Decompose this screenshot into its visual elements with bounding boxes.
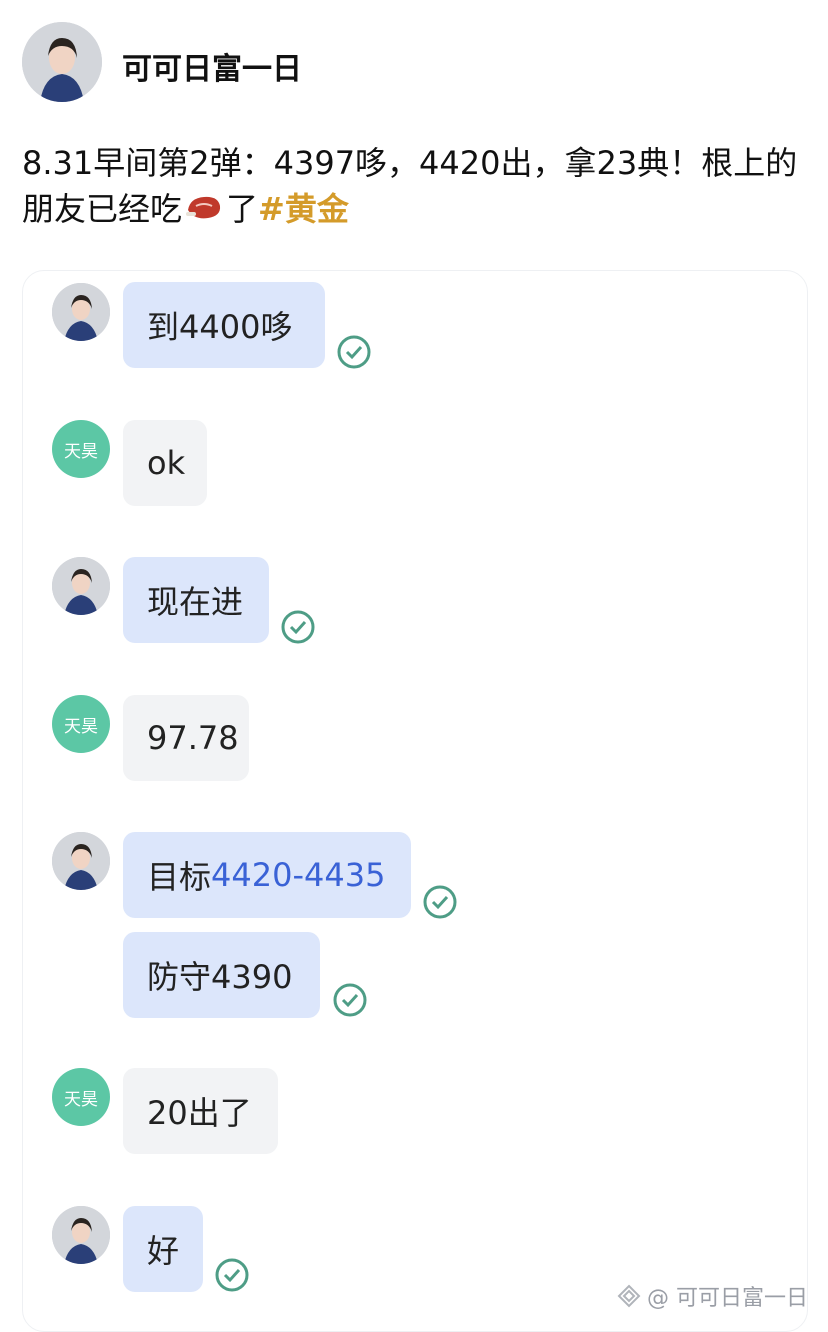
message-bubble: 防守4390 — [123, 932, 320, 1018]
read-check-icon — [333, 983, 367, 1017]
price-range-link[interactable]: 4420-4435 — [211, 856, 385, 894]
post-body-end: 了 — [226, 190, 259, 228]
message-bubble: 97.78 — [123, 695, 249, 781]
post-body: 8.31早间第2弹：4397哆，4420出，拿23典！根上的朋友已经吃 — [22, 144, 798, 228]
contact-avatar: 天昊 — [52, 1068, 110, 1126]
sender-avatar — [52, 283, 110, 341]
message-bubble: 好 — [123, 1206, 203, 1292]
message-bubble: 到4400哆 — [123, 282, 325, 368]
message-text: 目标 — [147, 858, 212, 896]
post-text: 8.31早间第2弹：4397哆，4420出，拿23典！根上的朋友已经吃 了#黄金 — [22, 140, 812, 234]
profile-photo-icon — [22, 22, 102, 102]
sender-avatar — [52, 832, 110, 890]
author-name[interactable]: 可可日富一日 — [122, 44, 302, 88]
message-bubble: 现在进 — [123, 557, 269, 643]
message-bubble: 20出了 — [123, 1068, 278, 1154]
hashtag-link[interactable]: #黄金 — [258, 190, 349, 228]
watermark: @ 可可日富一日 — [617, 1280, 808, 1312]
sender-avatar — [52, 557, 110, 615]
sender-avatar — [52, 1206, 110, 1264]
message-bubble: ok — [123, 420, 207, 506]
watermark-text: @ 可可日富一日 — [647, 1286, 808, 1311]
contact-avatar: 天昊 — [52, 420, 110, 478]
contact-avatar: 天昊 — [52, 695, 110, 753]
read-check-icon — [215, 1258, 249, 1292]
steak-icon — [184, 188, 224, 234]
author-avatar[interactable] — [22, 22, 102, 102]
read-check-icon — [281, 610, 315, 644]
message-bubble: 目标 4420-4435 — [123, 832, 411, 918]
platform-logo-icon — [617, 1284, 641, 1308]
read-check-icon — [337, 335, 371, 369]
read-check-icon — [423, 885, 457, 919]
